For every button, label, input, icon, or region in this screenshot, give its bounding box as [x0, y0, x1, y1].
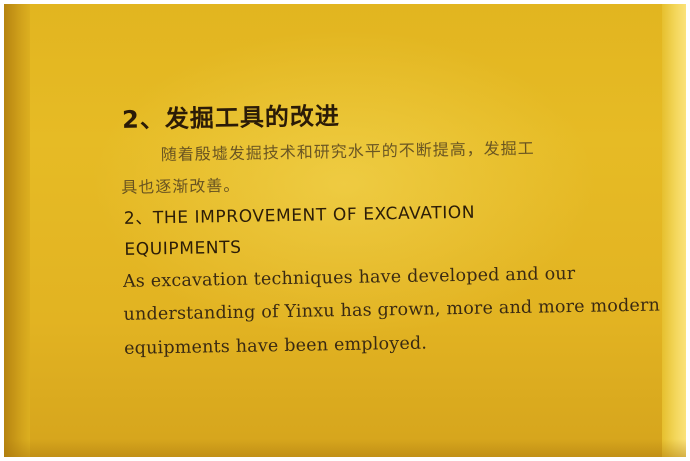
plaque-photo: 2、发掘工具的改进 随着殷墟发掘技术和研究水平的不断提高，发掘工 具也逐渐改善。…	[4, 4, 686, 457]
english-heading-line-2: EQUIPMENTS	[124, 237, 242, 260]
english-body-line-1: As excavation techniques have developed …	[122, 263, 576, 292]
english-body-line-2: understanding of Yinxu has grown, more a…	[123, 295, 661, 325]
chinese-body-line-1: 随着殷墟发掘技术和研究水平的不断提高，发掘工	[160, 138, 535, 165]
plaque-text-block: 2、发掘工具的改进 随着殷墟发掘技术和研究水平的不断提高，发掘工 具也逐渐改善。…	[4, 4, 686, 457]
chinese-body-line-2: 具也逐渐改善。	[121, 175, 241, 197]
english-body-line-3: equipments have been employed.	[123, 333, 428, 359]
english-heading-line-1: 2、THE IMPROVEMENT OF EXCAVATION	[123, 202, 476, 229]
chinese-heading: 2、发掘工具的改进	[121, 102, 341, 134]
